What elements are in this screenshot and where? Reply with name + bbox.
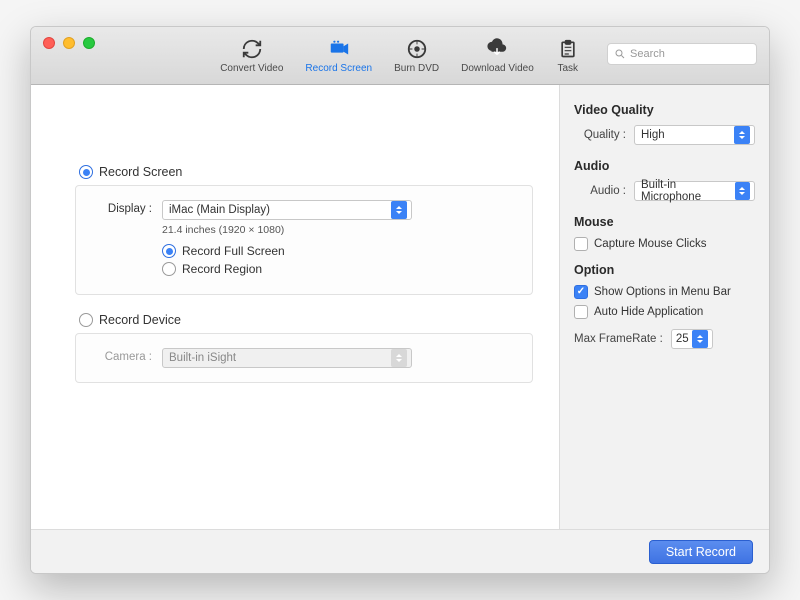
toolbar-task[interactable]: Task — [556, 37, 580, 74]
chevron-updown-icon — [735, 182, 750, 200]
auto-hide-checkbox[interactable]: Auto Hide Application — [574, 305, 755, 319]
window-controls — [43, 37, 95, 49]
quality-select[interactable]: High — [634, 125, 755, 145]
toolbar-record-screen[interactable]: Record Screen — [305, 37, 372, 74]
auto-hide-label: Auto Hide Application — [594, 306, 703, 318]
chevron-updown-icon — [391, 349, 407, 367]
search-placeholder: Search — [630, 48, 665, 60]
audio-value: Built-in Microphone — [641, 179, 735, 203]
zoom-icon[interactable] — [83, 37, 95, 49]
mode-region-label: Record Region — [182, 262, 262, 276]
search-icon — [614, 48, 626, 60]
app-window: Convert Video Record Screen Burn DVD Dow… — [30, 26, 770, 574]
toolbar-label: Burn DVD — [394, 63, 439, 74]
section-video-quality: Video Quality — [574, 103, 755, 117]
toolbar-label: Task — [558, 63, 579, 74]
start-record-label: Start Record — [666, 545, 736, 559]
radio-icon — [79, 313, 93, 327]
convert-icon — [240, 37, 264, 61]
search-input[interactable]: Search — [607, 43, 757, 65]
toolbar-label: Record Screen — [305, 63, 372, 74]
record-icon — [327, 37, 351, 61]
section-audio: Audio — [574, 159, 755, 173]
mode-full-label: Record Full Screen — [182, 244, 285, 258]
footer: Start Record — [31, 529, 769, 573]
record-screen-radio[interactable]: Record Screen — [79, 165, 533, 179]
audio-select[interactable]: Built-in Microphone — [634, 181, 755, 201]
camera-value: Built-in iSight — [169, 352, 236, 364]
checkbox-icon — [574, 237, 588, 251]
mode-full-radio[interactable]: Record Full Screen — [162, 244, 516, 258]
record-screen-label: Record Screen — [99, 165, 182, 179]
minimize-icon[interactable] — [63, 37, 75, 49]
task-icon — [556, 37, 580, 61]
main-panel: Record Screen Display : iMac (Main Displ… — [31, 85, 559, 529]
display-label: Display : — [92, 200, 152, 215]
max-framerate-value: 25 — [676, 333, 689, 345]
show-menu-label: Show Options in Menu Bar — [594, 286, 731, 298]
audio-label: Audio : — [574, 185, 626, 197]
show-menu-checkbox[interactable]: Show Options in Menu Bar — [574, 285, 755, 299]
chevron-updown-icon — [391, 201, 407, 219]
record-screen-group: Display : iMac (Main Display) 21.4 inche… — [75, 185, 533, 295]
content: Record Screen Display : iMac (Main Displ… — [31, 85, 769, 529]
checkbox-icon — [574, 305, 588, 319]
record-device-radio[interactable]: Record Device — [79, 313, 533, 327]
toolbar: Convert Video Record Screen Burn DVD Dow… — [220, 37, 580, 74]
toolbar-convert-video[interactable]: Convert Video — [220, 37, 283, 74]
sidebar: Video Quality Quality : High Audio Audio… — [559, 85, 769, 529]
capture-clicks-label: Capture Mouse Clicks — [594, 238, 706, 250]
camera-select[interactable]: Built-in iSight — [162, 348, 412, 368]
titlebar: Convert Video Record Screen Burn DVD Dow… — [31, 27, 769, 85]
download-icon — [485, 37, 509, 61]
toolbar-burn-dvd[interactable]: Burn DVD — [394, 37, 439, 74]
toolbar-download-video[interactable]: Download Video — [461, 37, 534, 74]
radio-icon — [162, 262, 176, 276]
disc-icon — [405, 37, 429, 61]
section-mouse: Mouse — [574, 215, 755, 229]
record-device-group: Camera : Built-in iSight — [75, 333, 533, 383]
close-icon[interactable] — [43, 37, 55, 49]
chevron-updown-icon — [734, 126, 750, 144]
capture-clicks-checkbox[interactable]: Capture Mouse Clicks — [574, 237, 755, 251]
radio-icon — [79, 165, 93, 179]
chevron-updown-icon — [692, 330, 708, 348]
quality-label: Quality : — [574, 129, 626, 141]
toolbar-label: Download Video — [461, 63, 534, 74]
display-info: 21.4 inches (1920 × 1080) — [162, 224, 516, 236]
start-record-button[interactable]: Start Record — [649, 540, 753, 564]
quality-value: High — [641, 129, 665, 141]
radio-icon — [162, 244, 176, 258]
max-framerate-label: Max FrameRate : — [574, 333, 663, 345]
section-option: Option — [574, 263, 755, 277]
camera-label: Camera : — [92, 348, 152, 363]
display-select[interactable]: iMac (Main Display) — [162, 200, 412, 220]
display-value: iMac (Main Display) — [169, 204, 270, 216]
record-device-label: Record Device — [99, 313, 181, 327]
checkbox-icon — [574, 285, 588, 299]
mode-region-radio[interactable]: Record Region — [162, 262, 516, 276]
max-framerate-select[interactable]: 25 — [671, 329, 713, 349]
toolbar-label: Convert Video — [220, 63, 283, 74]
